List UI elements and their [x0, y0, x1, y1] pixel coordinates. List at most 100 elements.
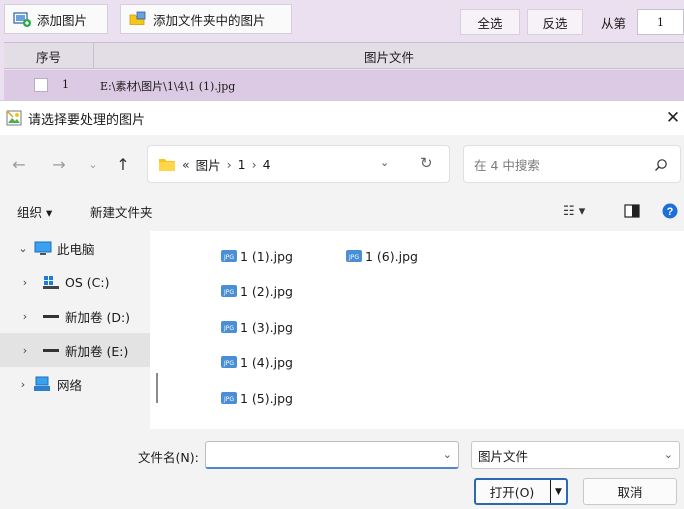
filename-history-chevron-icon[interactable]: ⌄ — [443, 448, 452, 461]
cancel-label: 取消 — [617, 485, 643, 500]
breadcrumb-item[interactable]: 4 — [263, 157, 271, 172]
tree-label: OS (C:) — [65, 274, 110, 290]
from-page-input[interactable]: 1 — [637, 9, 684, 35]
collapsed-chevron-icon[interactable]: › — [18, 275, 32, 289]
file-item[interactable]: JPG 1 (4).jpg — [220, 353, 293, 371]
search-placeholder: 在 4 中搜索 — [474, 157, 540, 173]
drive-icon — [43, 315, 59, 318]
file-item[interactable]: JPG 1 (3).jpg — [220, 318, 293, 336]
browser-pane: ⌄ 此电脑 › OS (C:) › 新加卷 (D:) › 新加卷 (E:) › … — [0, 231, 684, 429]
file-name: 1 (3).jpg — [240, 319, 293, 335]
svg-text:JPG: JPG — [223, 360, 234, 367]
select-all-button[interactable]: 全选 — [460, 9, 520, 35]
filename-label: 文件名(N): — [138, 450, 199, 465]
invert-select-label: 反选 — [542, 15, 568, 31]
preview-pane-icon[interactable] — [624, 204, 640, 218]
dialog-title-bar: 请选择要处理的图片 ✕ — [0, 101, 684, 135]
file-type-select[interactable]: 图片文件 ⌄ — [471, 441, 680, 469]
pane-splitter[interactable] — [150, 231, 168, 429]
tree-label: 新加卷 (E:) — [65, 343, 129, 359]
image-app-window: 添加图片 添加文件夹中的图片 全选 反选 从第 1 序号 图片文件 1 E:\素… — [0, 0, 684, 100]
file-name: 1 (6).jpg — [365, 248, 418, 264]
open-button[interactable]: 打开(O) — [476, 480, 548, 503]
filename-input[interactable]: ⌄ — [205, 441, 459, 469]
search-box[interactable]: 在 4 中搜索 — [463, 145, 681, 183]
svg-text:JPG: JPG — [348, 254, 359, 261]
monitor-icon — [34, 241, 52, 255]
table-header: 序号 图片文件 — [4, 42, 684, 69]
row-checkbox[interactable] — [34, 78, 48, 92]
row-file: E:\素材\图片\1\4\1 (1).jpg — [100, 80, 236, 93]
chevron-down-icon: ⌄ — [663, 448, 673, 461]
address-overflow[interactable]: « — [182, 157, 190, 172]
expanded-chevron-icon[interactable]: ⌄ — [16, 241, 30, 255]
breadcrumb-separator-icon: › — [251, 156, 257, 172]
jpg-file-icon: JPG — [221, 321, 237, 333]
add-folder-images-label: 添加文件夹中的图片 — [153, 12, 266, 28]
forward-arrow-icon[interactable]: → — [48, 153, 70, 175]
add-folder-images-button[interactable]: 添加文件夹中的图片 — [120, 4, 292, 34]
tree-label: 网络 — [57, 377, 83, 393]
search-icon[interactable] — [654, 158, 668, 172]
table-row[interactable]: 1 E:\素材\图片\1\4\1 (1).jpg — [4, 70, 684, 100]
svg-text:JPG: JPG — [223, 254, 234, 261]
column-header-file[interactable]: 图片文件 — [94, 43, 684, 69]
jpg-file-icon: JPG — [221, 356, 237, 368]
file-item[interactable]: JPG 1 (6).jpg — [345, 247, 418, 265]
svg-text:?: ? — [667, 206, 674, 218]
close-icon[interactable]: ✕ — [662, 101, 684, 135]
file-item[interactable]: JPG 1 (2).jpg — [220, 282, 293, 300]
open-file-dialog: 请选择要处理的图片 ✕ ← → ⌄ ↑ « 图片 › 1 › 4 ⌄ ↻ 在 4… — [0, 100, 684, 509]
tree-item-drive-c[interactable]: › OS (C:) — [0, 265, 150, 299]
scrollbar-thumb[interactable] — [156, 373, 158, 403]
breadcrumb-item[interactable]: 图片 — [196, 155, 221, 174]
svg-text:JPG: JPG — [223, 325, 234, 332]
jpg-file-icon: JPG — [221, 285, 237, 297]
file-name: 1 (4).jpg — [240, 354, 293, 370]
navigation-tree: ⌄ 此电脑 › OS (C:) › 新加卷 (D:) › 新加卷 (E:) › … — [0, 231, 150, 429]
collapsed-chevron-icon[interactable]: › — [16, 377, 30, 391]
open-options-arrow-icon[interactable]: ▼ — [550, 480, 566, 503]
file-name: 1 (2).jpg — [240, 283, 293, 299]
column-header-index[interactable]: 序号 — [4, 43, 94, 69]
refresh-icon[interactable]: ↻ — [420, 154, 433, 172]
select-all-label: 全选 — [477, 15, 503, 31]
collapsed-chevron-icon[interactable]: › — [18, 343, 32, 357]
row-index: 1 — [62, 78, 69, 91]
up-arrow-icon[interactable]: ↑ — [112, 153, 134, 175]
help-icon[interactable]: ? — [662, 203, 678, 219]
back-arrow-icon[interactable]: ← — [8, 153, 30, 175]
tree-item-drive-d[interactable]: › 新加卷 (D:) — [0, 299, 150, 333]
svg-text:JPG: JPG — [223, 289, 234, 296]
address-history-chevron-icon[interactable]: ⌄ — [380, 156, 389, 169]
invert-select-button[interactable]: 反选 — [527, 9, 583, 35]
network-icon — [34, 376, 50, 391]
navigation-bar: ← → ⌄ ↑ « 图片 › 1 › 4 ⌄ ↻ 在 4 中搜索 — [0, 135, 684, 191]
breadcrumb-separator-icon: › — [226, 156, 232, 172]
file-item[interactable]: JPG 1 (5).jpg — [220, 389, 293, 407]
open-split-button: 打开(O) ▼ — [474, 478, 568, 505]
dialog-footer: 文件名(N): ⌄ 图片文件 ⌄ 打开(O) ▼ 取消 — [0, 429, 684, 509]
jpg-file-icon: JPG — [221, 392, 237, 404]
view-options-icon[interactable]: ☷ ▾ — [563, 204, 585, 219]
drive-icon — [43, 349, 59, 352]
add-folder-icon — [129, 11, 146, 25]
breadcrumb-item[interactable]: 1 — [238, 157, 246, 172]
new-folder-button[interactable]: 新建文件夹 — [90, 202, 153, 221]
windows-drive-icon — [43, 276, 59, 289]
file-type-value: 图片文件 — [478, 448, 529, 464]
from-page-value: 1 — [657, 15, 664, 29]
address-bar[interactable]: « 图片 › 1 › 4 ⌄ ↻ — [147, 145, 450, 183]
file-item[interactable]: JPG 1 (1).jpg — [220, 247, 293, 265]
collapsed-chevron-icon[interactable]: › — [18, 309, 32, 323]
tree-item-this-pc[interactable]: ⌄ 此电脑 — [0, 231, 150, 265]
tree-item-network[interactable]: › 网络 — [0, 367, 150, 401]
cancel-button[interactable]: 取消 — [583, 478, 677, 505]
add-image-button[interactable]: 添加图片 — [4, 4, 108, 34]
organize-menu[interactable]: 组织 ▾ — [17, 202, 52, 221]
tree-item-drive-e[interactable]: › 新加卷 (E:) — [0, 333, 150, 367]
recent-locations-chevron-icon[interactable]: ⌄ — [82, 153, 104, 175]
add-image-label: 添加图片 — [37, 12, 88, 28]
svg-text:JPG: JPG — [223, 396, 234, 403]
open-label: 打开(O) — [489, 485, 535, 500]
